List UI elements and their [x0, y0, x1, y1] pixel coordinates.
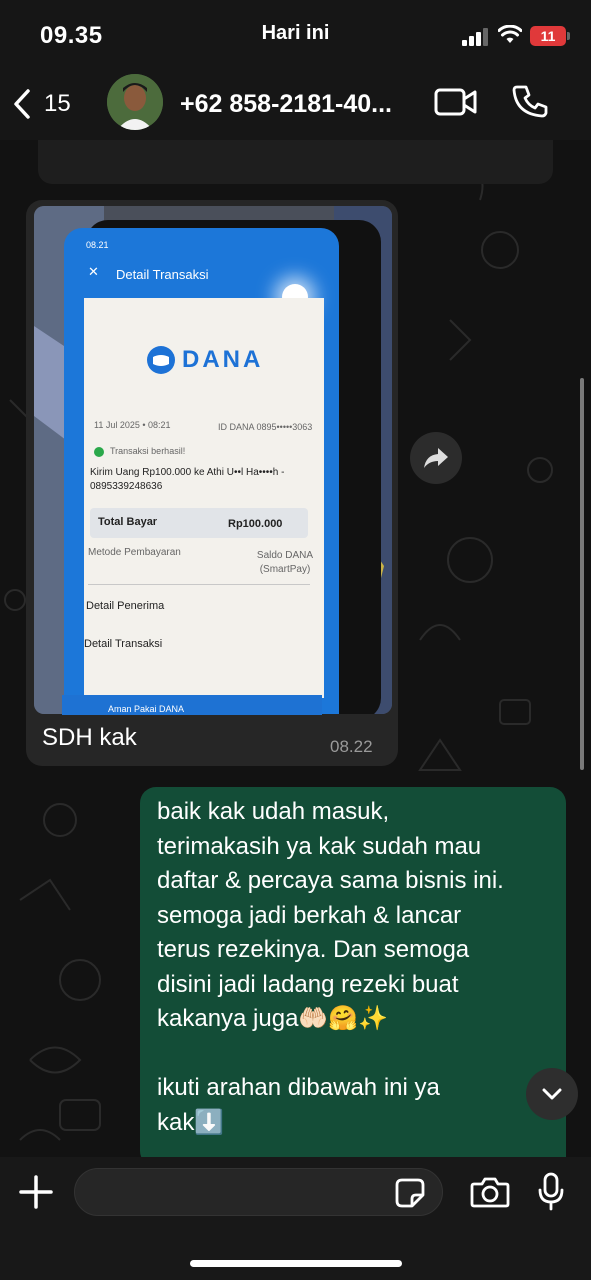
- message-input[interactable]: [74, 1168, 443, 1216]
- plus-icon[interactable]: [18, 1174, 54, 1210]
- back-button[interactable]: 15: [12, 84, 71, 124]
- dana-logo-text: DANA: [182, 346, 264, 373]
- receipt-promo-text: Aman Pakai DANA: [108, 704, 185, 714]
- receipt-method-label: Metode Pembayaran: [88, 547, 181, 558]
- receipt-date: 11 Jul 2025 • 08:21: [94, 420, 171, 430]
- receipt-status: Transaksi berhasil!: [110, 446, 186, 456]
- forward-arrow-icon: [424, 448, 448, 468]
- date-divider: Hari ini: [261, 22, 330, 44]
- scrollbar[interactable]: [580, 378, 584, 770]
- chevron-down-icon: [542, 1088, 562, 1100]
- success-check-icon: [94, 447, 104, 457]
- date-divider-pill: [38, 140, 553, 184]
- incoming-timestamp: 08.22: [330, 737, 373, 756]
- microphone-icon[interactable]: [537, 1172, 565, 1212]
- contact-avatar[interactable]: [107, 74, 163, 130]
- home-indicator[interactable]: [190, 1260, 402, 1267]
- phone-screen-title: Detail Transaksi: [116, 267, 209, 282]
- receipt-description: Kirim Uang Rp100.000 ke Athi U••l Ha••••…: [90, 467, 285, 492]
- avatar-photo: [107, 74, 163, 130]
- forward-button[interactable]: [410, 432, 462, 484]
- chevron-left-icon: [14, 89, 30, 119]
- receipt-transaction-label: Detail Transaksi: [84, 638, 163, 650]
- receipt-total-value: Rp100.000: [228, 518, 283, 530]
- receipt-id-dana: ID DANA 0895•••••3063: [218, 422, 313, 432]
- dana-logo: DANA: [146, 345, 263, 375]
- receipt-divider: [88, 584, 310, 585]
- receipt-total-label: Total Bayar: [98, 516, 158, 528]
- phone-close-icon: ✕: [88, 264, 99, 279]
- phone-call-icon[interactable]: [512, 84, 548, 120]
- chat-header: 15 +62 858-2181-40...: [0, 70, 591, 140]
- outgoing-message-text: baik kak udah masuk, terimakasih ya kak …: [157, 798, 504, 1136]
- unread-count: 15: [44, 90, 71, 117]
- contact-name[interactable]: +62 858-2181-40...: [180, 90, 392, 119]
- video-call-icon[interactable]: [434, 86, 478, 118]
- incoming-caption: SDH kak: [42, 724, 137, 751]
- receipt-recipient-label: Detail Penerima: [86, 600, 165, 612]
- camera-icon[interactable]: [470, 1176, 510, 1208]
- scroll-to-bottom-button[interactable]: [526, 1068, 578, 1120]
- dana-logo-icon: [147, 346, 175, 374]
- sticker-icon[interactable]: [394, 1177, 426, 1209]
- receipt-method-value: Saldo DANA (SmartPay): [256, 550, 314, 575]
- receipt-promo-banner: [62, 695, 322, 715]
- phone-status-time: 08.21: [86, 240, 109, 250]
